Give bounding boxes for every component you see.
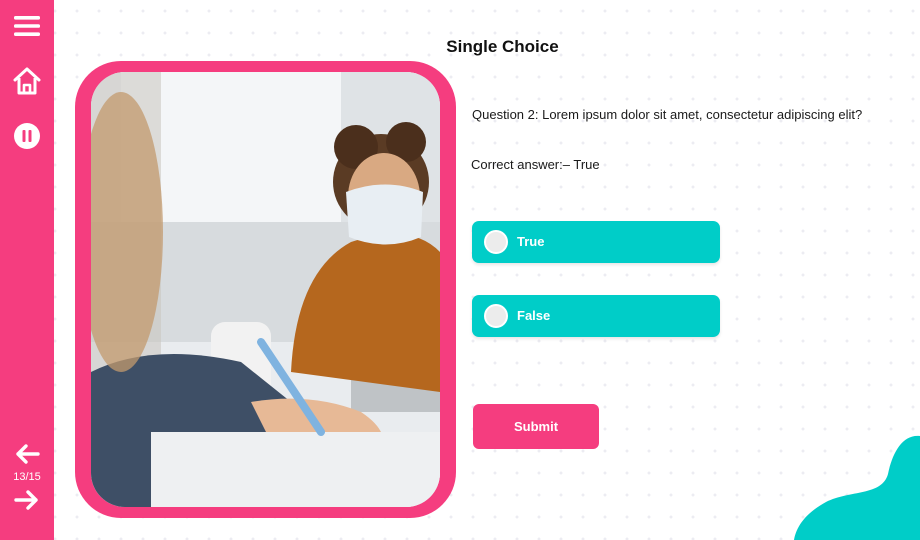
correct-answer: Correct answer:– True	[471, 157, 771, 172]
correct-answer-label: Correct answer:–	[471, 157, 574, 172]
option-label: False	[517, 308, 551, 323]
page-counter: 13/15	[13, 471, 41, 483]
menu-icon[interactable]	[11, 10, 43, 42]
classroom-photo	[91, 72, 440, 507]
sidebar: 13/15	[0, 0, 54, 540]
arrow-right-icon[interactable]	[11, 484, 43, 516]
option-false[interactable]: False	[472, 295, 720, 337]
correct-answer-value: True	[573, 157, 600, 172]
photo-frame	[75, 61, 456, 518]
pause-icon[interactable]	[11, 120, 43, 152]
arrow-left-icon[interactable]	[11, 438, 43, 470]
home-icon[interactable]	[11, 65, 43, 97]
option-true[interactable]: True	[472, 221, 720, 263]
radio-button[interactable]	[484, 230, 508, 254]
option-label: True	[517, 234, 545, 249]
radio-button[interactable]	[484, 304, 508, 328]
submit-button[interactable]: Submit	[473, 404, 599, 449]
decorative-blob	[790, 430, 920, 540]
page-title: Single Choice	[446, 37, 559, 56]
question-text: Question 2: Lorem ipsum dolor sit amet, …	[472, 107, 863, 122]
